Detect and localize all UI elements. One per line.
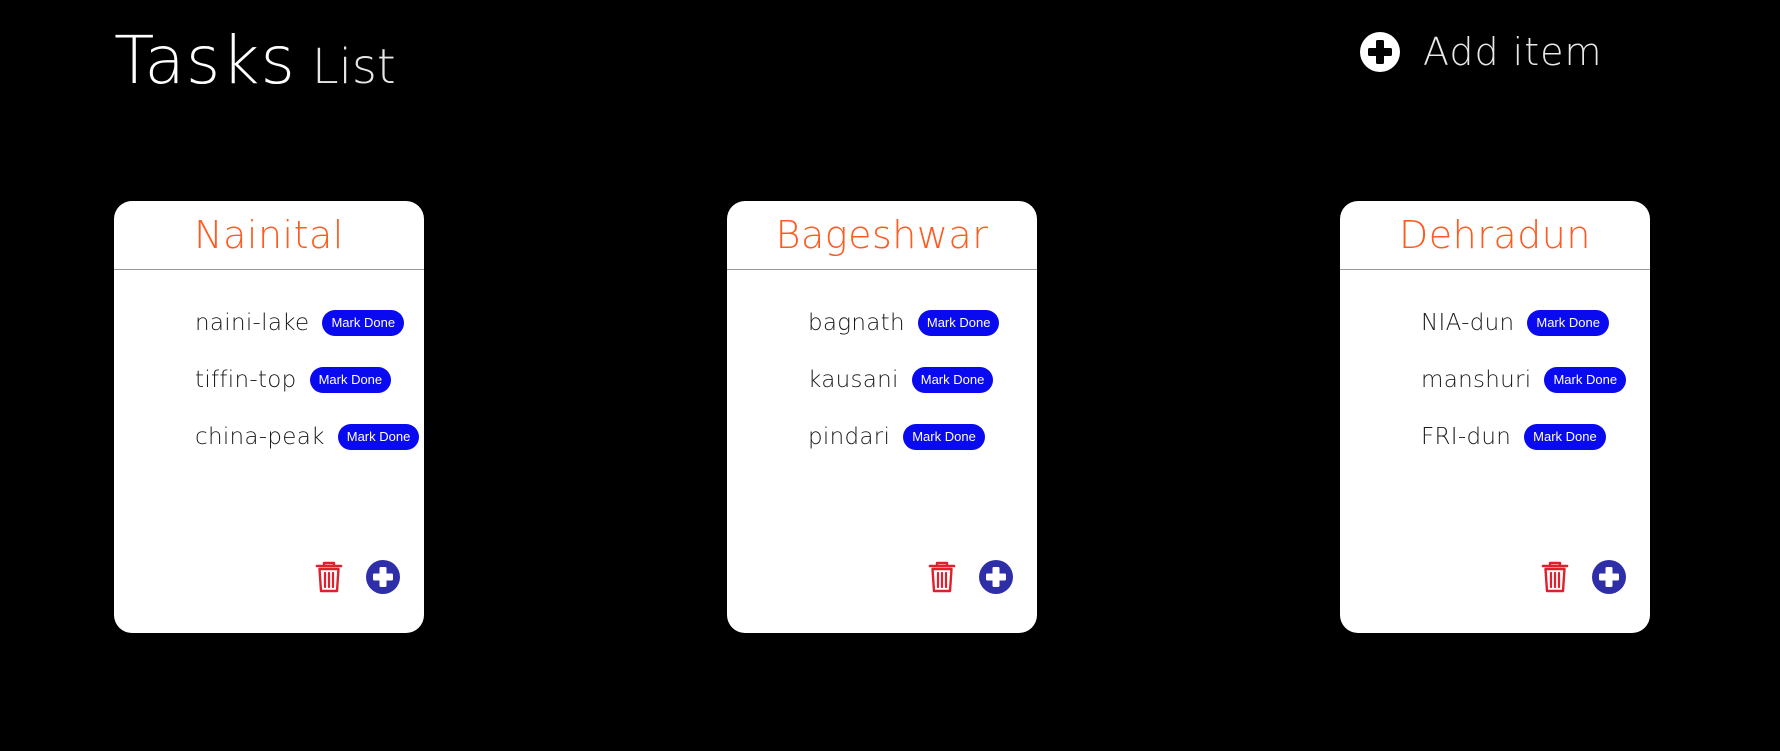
task-card: Bageshwar bagnath Mark Done kausani Mark…: [727, 201, 1037, 633]
plus-circle-icon[interactable]: [979, 560, 1013, 594]
card-title: Bageshwar: [775, 213, 989, 257]
plus-circle-icon: [1360, 32, 1400, 72]
page-title-main: Tasks: [114, 22, 296, 99]
plus-circle-icon[interactable]: [366, 560, 400, 594]
task-item: pindari Mark Done: [808, 408, 999, 465]
card-actions: [928, 560, 1013, 594]
add-item-label: Add item: [1423, 30, 1603, 74]
card-header: Bageshwar: [727, 201, 1037, 270]
mark-done-button[interactable]: Mark Done: [1544, 366, 1627, 393]
card-actions: [1541, 560, 1626, 594]
page-title: Tasks List: [114, 22, 396, 99]
task-list: naini-lake Mark Done tiffin-top Mark Don…: [195, 294, 420, 465]
task-list: NIA-dun Mark Done manshuri Mark Done FRI…: [1421, 294, 1627, 465]
task-name: kausani: [808, 366, 899, 393]
mark-done-button[interactable]: Mark Done: [1527, 309, 1609, 336]
plus-circle-icon[interactable]: [1592, 560, 1626, 594]
card-title: Dehradun: [1399, 213, 1591, 257]
card-title: Nainital: [194, 213, 344, 257]
mark-done-button[interactable]: Mark Done: [337, 423, 420, 450]
task-name: china-peak: [195, 423, 325, 450]
mark-done-button[interactable]: Mark Done: [1524, 423, 1606, 450]
task-item: tiffin-top Mark Done: [195, 351, 419, 408]
mark-done-button[interactable]: Mark Done: [322, 309, 405, 336]
task-name: FRI-dun: [1421, 423, 1512, 450]
task-item: naini-lake Mark Done: [195, 294, 419, 351]
mark-done-button[interactable]: Mark Done: [917, 309, 1000, 336]
task-item: china-peak Mark Done: [195, 408, 420, 465]
mark-done-button[interactable]: Mark Done: [911, 366, 994, 393]
task-list: bagnath Mark Done kausani Mark Done pind…: [808, 294, 1000, 465]
task-name: naini-lake: [195, 309, 310, 336]
task-card: Dehradun NIA-dun Mark Done manshuri Mark…: [1340, 201, 1650, 633]
task-item: manshuri Mark Done: [1421, 351, 1627, 408]
task-item: FRI-dun Mark Done: [1421, 408, 1626, 465]
task-card: Nainital naini-lake Mark Done tiffin-top…: [114, 201, 424, 633]
task-name: NIA-dun: [1421, 309, 1515, 336]
mark-done-button[interactable]: Mark Done: [309, 366, 392, 393]
task-name: bagnath: [808, 309, 905, 336]
task-name: pindari: [808, 423, 891, 450]
add-item-button[interactable]: Add item: [1360, 30, 1603, 74]
trash-icon[interactable]: [1541, 561, 1569, 593]
task-item: bagnath Mark Done: [808, 294, 1000, 351]
task-name: manshuri: [1421, 366, 1532, 393]
card-actions: [315, 560, 400, 594]
trash-icon[interactable]: [315, 561, 343, 593]
card-header: Dehradun: [1340, 201, 1650, 270]
task-name: tiffin-top: [195, 366, 297, 393]
page-title-sub: List: [311, 39, 396, 95]
task-item: NIA-dun Mark Done: [1421, 294, 1626, 351]
trash-icon[interactable]: [928, 561, 956, 593]
card-header: Nainital: [114, 201, 424, 270]
task-item: kausani Mark Done: [808, 351, 999, 408]
mark-done-button[interactable]: Mark Done: [903, 423, 985, 450]
